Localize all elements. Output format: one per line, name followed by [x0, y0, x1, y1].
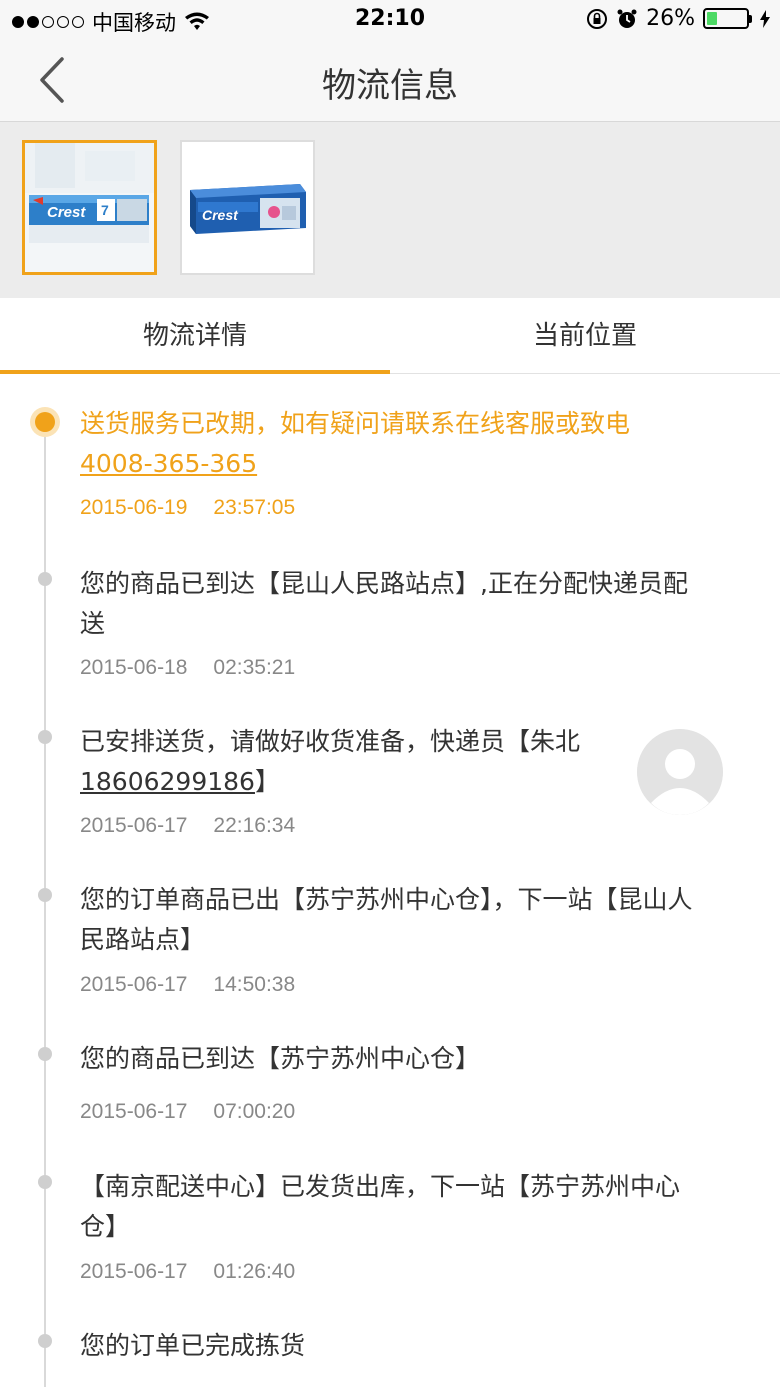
toothpaste-product-image: Crest 7: [25, 143, 154, 272]
alarm-icon: [617, 9, 637, 28]
logistics-timeline: 送货服务已改期，如有疑问请联系在线客服或致电 4008-365-365 2015…: [0, 374, 780, 1387]
timeline-message-suffix: 】: [254, 767, 280, 796]
tab-current-location[interactable]: 当前位置: [390, 298, 780, 374]
timeline-dot: [38, 1175, 52, 1189]
navigation-bar: 物流信息: [0, 40, 780, 122]
timeline-clock: 01:26:40: [213, 1260, 296, 1283]
timeline-clock: 23:57:05: [213, 496, 296, 519]
tab-logistics-details[interactable]: 物流详情: [0, 298, 390, 374]
status-right: 26%: [586, 6, 770, 31]
timeline-dot: [38, 1334, 52, 1348]
timeline-clock: 22:16:34: [213, 814, 296, 837]
timeline-dot: [38, 888, 52, 902]
battery-percent: 26%: [646, 6, 695, 31]
product-thumbnail-strip: Crest 7 Crest: [0, 122, 780, 298]
timeline-text: 已安排送货，请做好收货准备，快递员【朱北 18606299186】: [80, 722, 700, 802]
timeline-message: 您的商品已到达【苏宁苏州中心仓】: [80, 1044, 481, 1073]
svg-text:Crest: Crest: [47, 204, 86, 221]
product-thumbnail-1[interactable]: Crest 7: [22, 140, 157, 275]
timeline-date: 2015-06-19: [80, 496, 188, 519]
timeline-timestamp: 2015-06-17 07:00:20: [80, 1100, 295, 1124]
timeline-date: 2015-06-17: [80, 1260, 188, 1283]
tab-bar: 物流详情 当前位置: [0, 298, 780, 374]
timeline-message: 送货服务已改期，如有疑问请联系在线客服或致电: [80, 409, 631, 438]
timeline-message: 您的商品已到达【昆山人民路站点】,正在分配快递员配送: [80, 569, 688, 638]
courier-phone-link[interactable]: 18606299186: [80, 767, 255, 796]
timeline-date: 2015-06-17: [80, 973, 188, 996]
timeline-dot: [38, 1047, 52, 1061]
svg-text:Crest: Crest: [202, 207, 239, 223]
timeline-line: [44, 424, 46, 1387]
timeline-message: 您的订单商品已出【苏宁苏州中心仓】，下一站【昆山人民路站点】: [80, 885, 693, 954]
courier-avatar[interactable]: [637, 729, 723, 815]
battery-body: [703, 8, 749, 29]
svg-text:7: 7: [101, 202, 109, 218]
timeline-date: 2015-06-17: [80, 814, 188, 837]
timeline-message: 您的订单已完成拣货: [80, 1331, 306, 1360]
timeline-dot: [38, 572, 52, 586]
product-thumbnail-2[interactable]: Crest: [180, 140, 315, 275]
battery-tip: [749, 14, 752, 23]
timeline-message: 已安排送货，请做好收货准备，快递员【朱北: [80, 727, 581, 756]
timeline-dot-active: [35, 412, 55, 432]
status-bar: 中国移动 22:10 26%: [0, 0, 780, 40]
phone-link[interactable]: 4008-365-365: [80, 449, 257, 478]
timeline-timestamp: 2015-06-17 14:50:38: [80, 973, 295, 997]
timeline-clock: 14:50:38: [213, 973, 296, 996]
timeline-timestamp: 2015-06-18 02:35:21: [80, 656, 295, 680]
toothpaste-box-image: Crest: [182, 142, 313, 273]
timeline-timestamp: 2015-06-17 22:16:34: [80, 814, 295, 838]
timeline-date: 2015-06-18: [80, 656, 188, 679]
battery-fill: [707, 12, 717, 25]
timeline-text: 送货服务已改期，如有疑问请联系在线客服或致电 4008-365-365: [80, 404, 700, 484]
timeline-date: 2015-06-17: [80, 1100, 188, 1123]
rotation-lock-icon: [587, 8, 608, 29]
user-avatar-icon: [637, 729, 723, 815]
timeline-clock: 07:00:20: [213, 1100, 296, 1123]
timeline-dot: [38, 730, 52, 744]
timeline-timestamp: 2015-06-17 01:26:40: [80, 1260, 295, 1284]
charging-icon: [760, 9, 770, 28]
timeline-message: 【南京配送中心】已发货出库，下一站【苏宁苏州中心仓】: [80, 1172, 681, 1241]
timeline-clock: 02:35:21: [213, 656, 296, 679]
battery-icon: [703, 8, 752, 29]
timeline-timestamp: 2015-06-19 23:57:05: [80, 496, 295, 520]
page-title: 物流信息: [322, 66, 458, 106]
